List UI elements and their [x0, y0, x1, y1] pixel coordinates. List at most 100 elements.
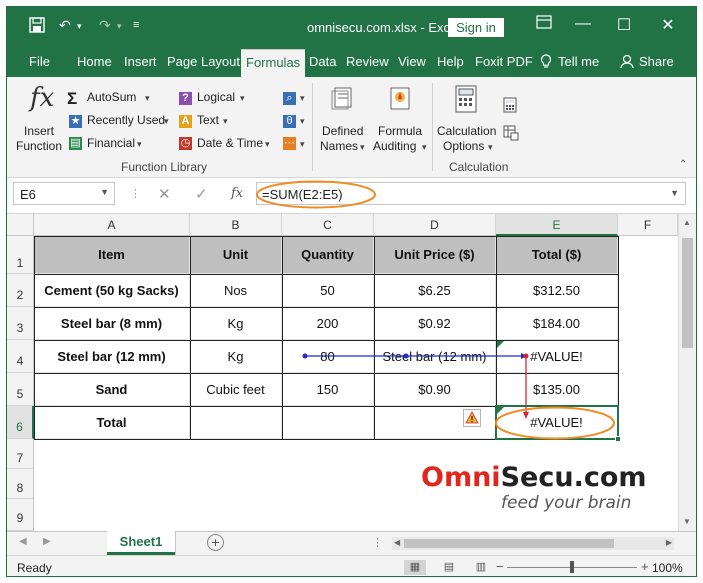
defined-names-dropdown-icon[interactable]: ▾	[360, 142, 365, 153]
formula-bar: E6 ▼ ⋮ ✕ ✓ fx =SUM(E2:E5) ▼	[7, 178, 696, 214]
recently-used-button[interactable]: Recently Used	[87, 113, 165, 127]
insert-function-icon[interactable]: fx	[30, 83, 54, 113]
text-dropdown-icon[interactable]: ▾	[223, 116, 228, 127]
tab-formulas[interactable]: Formulas	[241, 49, 306, 77]
lightbulb-icon	[540, 54, 552, 72]
calculate-sheet-icon[interactable]	[503, 125, 519, 144]
error-smart-tag-icon[interactable]	[463, 409, 481, 427]
tab-foxit-pdf[interactable]: Foxit PDF	[475, 54, 533, 69]
undo-dropdown-icon[interactable]: ▾	[77, 21, 82, 32]
tab-tell-me[interactable]: Tell me	[558, 54, 599, 69]
date-time-icon: ◷	[179, 137, 192, 150]
tab-insert[interactable]: Insert	[124, 54, 157, 69]
error-highlight-ellipse	[495, 406, 615, 440]
add-sheet-icon[interactable]: +	[207, 534, 224, 551]
tab-split-icon[interactable]: ⋮	[372, 536, 383, 549]
tab-page-layout[interactable]: Page Layout	[167, 54, 240, 69]
tab-home[interactable]: Home	[77, 54, 112, 69]
ribbon-display-icon[interactable]	[533, 15, 555, 34]
scroll-sheets-left-icon[interactable]: ◀	[19, 536, 27, 547]
cancel-icon[interactable]: ✕	[158, 185, 171, 203]
insert-function-label-1[interactable]: Insert	[24, 124, 54, 138]
worksheet-grid[interactable]: A B C D E F 1 2 3 4 5 6 7 8 9 Item Unit …	[7, 214, 696, 531]
financial-button[interactable]: Financial	[87, 136, 135, 150]
vertical-scrollbar[interactable]: ▲ ▼	[678, 214, 696, 531]
share-button[interactable]: Share	[639, 54, 674, 69]
page-break-preview-icon[interactable]: ▥	[470, 560, 492, 575]
sigma-icon: Σ	[67, 89, 78, 108]
logical-button[interactable]: Logical	[197, 90, 235, 104]
calculation-options-label-2[interactable]: Options	[443, 139, 484, 153]
date-time-button[interactable]: Date & Time	[197, 136, 263, 150]
horizontal-scrollbar[interactable]: ◀ ▶	[392, 537, 674, 550]
zoom-in-icon[interactable]: +	[641, 559, 649, 574]
insert-function-icon[interactable]: fx	[231, 186, 243, 201]
insert-function-label-2[interactable]: Function	[16, 139, 62, 153]
zoom-level[interactable]: 100%	[652, 561, 683, 575]
maximize-icon[interactable]: ☐	[613, 15, 635, 35]
lookup-reference-dropdown-icon[interactable]: ▾	[300, 93, 305, 104]
title-bar: ↶ ▾ ↷ ▾ ≡ omnisecu.com.xlsx - Excel Sign…	[7, 7, 696, 47]
minimize-icon[interactable]: —	[572, 15, 594, 33]
text-button[interactable]: Text	[197, 113, 219, 127]
date-time-dropdown-icon[interactable]: ▾	[265, 139, 270, 150]
logo-text-dark: Secu.com	[500, 462, 647, 493]
window-title: omnisecu.com.xlsx - Excel	[307, 20, 461, 35]
expand-formula-bar-icon[interactable]: ▼	[670, 188, 679, 198]
scroll-up-icon[interactable]: ▲	[683, 218, 691, 227]
redo-icon[interactable]: ↷	[99, 17, 111, 34]
formula-auditing-label-2[interactable]: Auditing	[373, 139, 416, 153]
calculator-icon[interactable]	[455, 85, 477, 116]
scroll-down-icon[interactable]: ▼	[683, 517, 691, 526]
enter-icon[interactable]: ✓	[195, 185, 208, 203]
calculate-now-icon[interactable]	[503, 97, 517, 116]
status-bar: Ready ▦ ▤ ▥ − + 100%	[7, 555, 696, 576]
autosum-button[interactable]: AutoSum	[87, 90, 136, 104]
name-box-value: E6	[20, 187, 36, 202]
text-icon: A	[179, 115, 192, 128]
tab-view[interactable]: View	[398, 54, 426, 69]
defined-names-label-1[interactable]: Defined	[322, 124, 363, 138]
vertical-scroll-thumb[interactable]	[682, 238, 693, 348]
name-box[interactable]: E6 ▼	[13, 182, 115, 205]
calculation-group-label: Calculation	[449, 160, 509, 174]
collapse-ribbon-icon[interactable]: ⌃	[679, 159, 687, 170]
formula-auditing-icon[interactable]	[387, 85, 413, 114]
tab-data[interactable]: Data	[309, 54, 336, 69]
scroll-left-icon[interactable]: ◀	[394, 538, 400, 547]
more-functions-dropdown-icon[interactable]: ▾	[300, 139, 305, 150]
horizontal-scroll-thumb[interactable]	[404, 539, 614, 548]
formula-auditing-label-1[interactable]: Formula	[378, 124, 422, 138]
lookup-reference-icon[interactable]: ⌕	[283, 92, 296, 105]
scroll-right-icon[interactable]: ▶	[666, 538, 672, 547]
scroll-sheets-right-icon[interactable]: ▶	[43, 536, 51, 547]
formula-highlight-ellipse	[256, 180, 376, 209]
sheet-tab-sheet1[interactable]: Sheet1	[107, 531, 175, 555]
recently-used-dropdown-icon[interactable]: ▾	[164, 116, 169, 127]
tab-help[interactable]: Help	[437, 54, 464, 69]
sign-in-button[interactable]: Sign in	[448, 18, 504, 37]
customize-quick-access-icon[interactable]: ≡	[133, 19, 139, 31]
calculation-options-dropdown-icon[interactable]: ▾	[488, 142, 493, 153]
zoom-out-icon[interactable]: −	[496, 559, 504, 574]
page-layout-view-icon[interactable]: ▤	[438, 560, 460, 575]
zoom-slider-thumb[interactable]	[570, 561, 574, 573]
undo-icon[interactable]: ↶	[59, 17, 71, 34]
financial-dropdown-icon[interactable]: ▾	[137, 139, 142, 150]
save-icon[interactable]	[29, 17, 45, 36]
redo-dropdown-icon[interactable]: ▾	[117, 21, 122, 32]
defined-names-icon[interactable]	[329, 85, 355, 114]
normal-view-icon[interactable]: ▦	[404, 560, 426, 575]
math-trig-dropdown-icon[interactable]: ▾	[300, 116, 305, 127]
close-icon[interactable]: ✕	[657, 15, 679, 35]
more-functions-icon[interactable]: ⋯	[283, 137, 296, 150]
logical-dropdown-icon[interactable]: ▾	[240, 93, 245, 104]
math-trig-icon[interactable]: θ	[283, 115, 296, 128]
defined-names-label-2[interactable]: Names	[320, 139, 358, 153]
calculation-options-label-1[interactable]: Calculation	[437, 124, 496, 138]
tab-review[interactable]: Review	[346, 54, 389, 69]
tab-file[interactable]: File	[29, 54, 50, 69]
autosum-dropdown-icon[interactable]: ▾	[145, 93, 150, 104]
formula-auditing-dropdown-icon[interactable]: ▾	[422, 142, 427, 153]
name-box-dropdown-icon[interactable]: ▼	[100, 187, 109, 197]
